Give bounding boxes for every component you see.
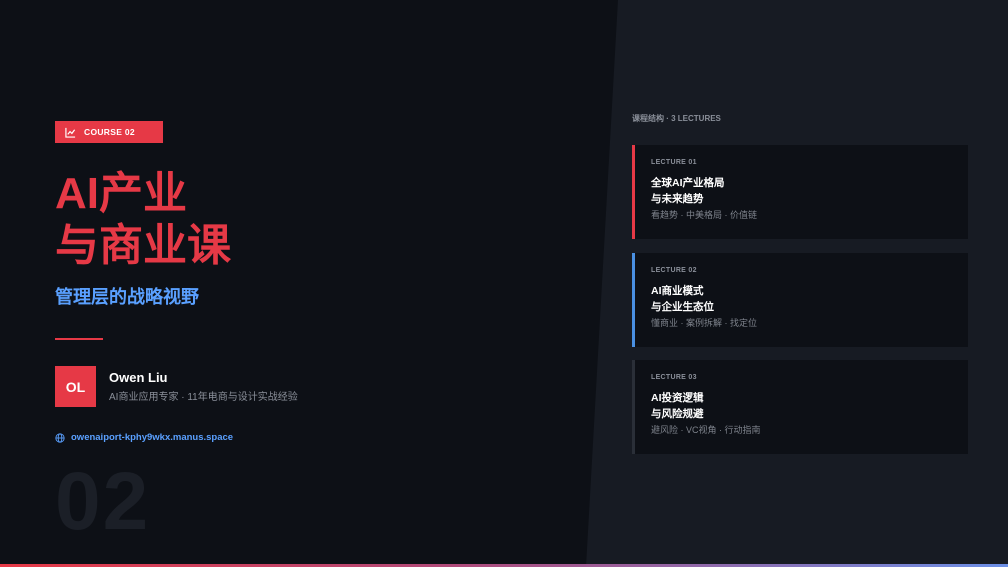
- course-title-line1: AI产业: [55, 169, 187, 218]
- author-description: AI商业应用专家 · 11年电商与设计实战经验: [109, 392, 298, 403]
- lecture-title-line2: 与风险规避: [651, 408, 704, 420]
- lecture-title-line1: AI商业模式: [651, 285, 704, 297]
- course-title-line2: 与商业课: [55, 221, 231, 270]
- lecture-title: 全球AI产业格局 与未来趋势: [651, 175, 968, 207]
- course-subtitle: 管理层的战略视野: [55, 287, 199, 307]
- lecture-tags: 懂商业 · 案例拆解 · 找定位: [651, 318, 757, 328]
- website-url[interactable]: owenaiport-kphy9wkx.manus.space: [71, 432, 233, 443]
- lecture-card-2[interactable]: LECTURE 02 AI商业模式 与企业生态位 懂商业 · 案例拆解 · 找定…: [632, 253, 968, 347]
- lecture-tags: 避风险 · VC视角 · 行动指南: [651, 425, 761, 435]
- course-badge-label: COURSE 02: [84, 127, 135, 137]
- lecture-title-line2: 与未来趋势: [651, 193, 704, 205]
- globe-icon: [55, 432, 65, 443]
- title-divider: [55, 338, 103, 340]
- lecture-number: LECTURE 03: [651, 374, 697, 381]
- course-structure-label: 课程结构 · 3 LECTURES: [632, 114, 721, 123]
- website-link[interactable]: owenaiport-kphy9wkx.manus.space: [55, 432, 233, 443]
- line-chart-icon: [65, 127, 76, 138]
- lecture-title: AI投资逻辑 与风险规避: [651, 390, 968, 422]
- lecture-title: AI商业模式 与企业生态位: [651, 283, 968, 315]
- lecture-title-line1: AI投资逻辑: [651, 392, 704, 404]
- lecture-title-line1: 全球AI产业格局: [651, 177, 725, 189]
- lecture-number: LECTURE 01: [651, 159, 697, 166]
- lecture-tags: 看趋势 · 中美格局 · 价值链: [651, 210, 757, 220]
- course-number-watermark: 02: [55, 456, 151, 547]
- lecture-card-1[interactable]: LECTURE 01 全球AI产业格局 与未来趋势 看趋势 · 中美格局 · 价…: [632, 145, 968, 239]
- lecture-title-line2: 与企业生态位: [651, 301, 714, 313]
- author-avatar: OL: [55, 366, 96, 407]
- lecture-number: LECTURE 02: [651, 267, 697, 274]
- lecture-card-3[interactable]: LECTURE 03 AI投资逻辑 与风险规避 避风险 · VC视角 · 行动指…: [632, 360, 968, 454]
- course-title: AI产业 与商业课: [55, 168, 231, 272]
- course-badge: COURSE 02: [55, 121, 163, 143]
- author-name: Owen Liu: [109, 370, 168, 385]
